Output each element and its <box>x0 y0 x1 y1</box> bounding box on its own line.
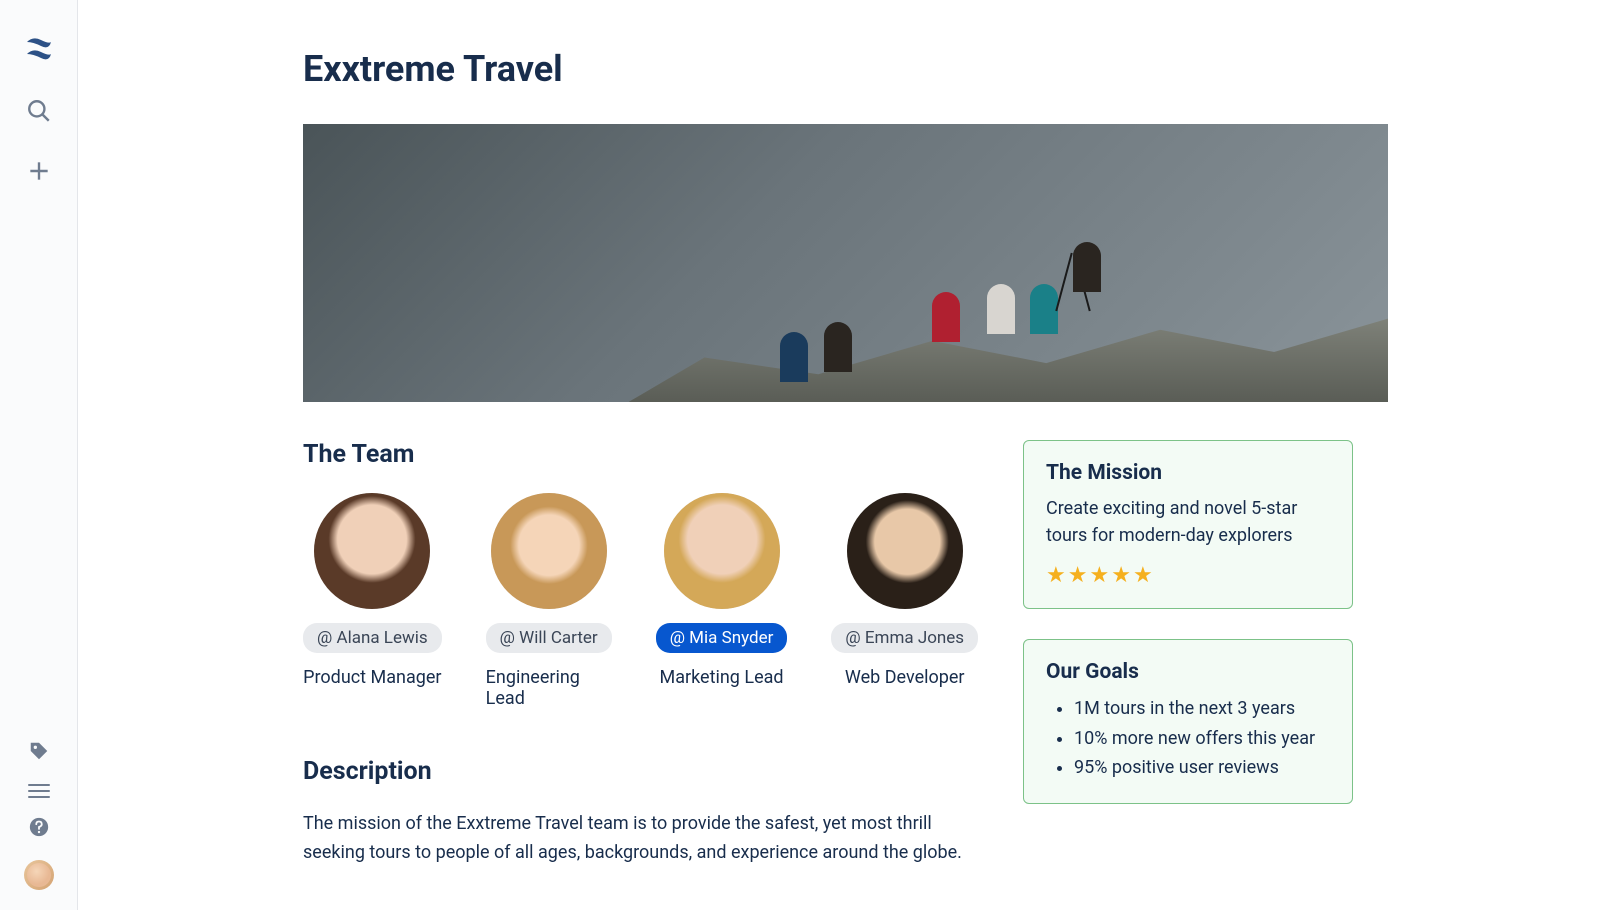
sidebar-top-group <box>23 32 55 188</box>
search-icon[interactable] <box>26 98 52 128</box>
rating-stars: ★ ★ ★ ★ ★ <box>1046 563 1330 588</box>
user-mention[interactable]: @ Will Carter <box>486 623 612 653</box>
goal-item: 95% positive user reviews <box>1074 753 1330 783</box>
avatar[interactable] <box>847 493 963 609</box>
user-mention[interactable]: @ Alana Lewis <box>303 623 442 653</box>
sidebar-bottom-group <box>24 740 54 890</box>
mission-heading: The Mission <box>1046 461 1330 485</box>
hero-image <box>303 124 1388 402</box>
mission-panel: The Mission Create exciting and novel 5-… <box>1023 440 1353 609</box>
team-member: @ Emma Jones Web Developer <box>831 493 978 709</box>
user-mention[interactable]: @ Emma Jones <box>831 623 978 653</box>
star-icon: ★ <box>1089 563 1109 588</box>
goals-list: 1M tours in the next 3 years 10% more ne… <box>1046 694 1330 783</box>
star-icon: ★ <box>1133 563 1153 588</box>
profile-avatar[interactable] <box>24 860 54 890</box>
team-heading: The Team <box>303 440 973 469</box>
team-grid: @ Alana Lewis Product Manager @ Will Car… <box>303 493 973 709</box>
goal-item: 10% more new offers this year <box>1074 724 1330 754</box>
member-role: Engineering Lead <box>486 667 612 709</box>
description-body: The mission of the Exxtreme Travel team … <box>303 810 973 868</box>
app-logo-icon[interactable] <box>23 32 55 68</box>
goals-heading: Our Goals <box>1046 660 1330 684</box>
avatar[interactable] <box>664 493 780 609</box>
goals-panel: Our Goals 1M tours in the next 3 years 1… <box>1023 639 1353 804</box>
team-member: @ Will Carter Engineering Lead <box>486 493 612 709</box>
avatar[interactable] <box>491 493 607 609</box>
page-title: Exxtreme Travel <box>303 48 1430 90</box>
goal-item: 1M tours in the next 3 years <box>1074 694 1330 724</box>
star-icon: ★ <box>1068 563 1088 588</box>
mission-text: Create exciting and novel 5-star tours f… <box>1046 495 1330 549</box>
avatar[interactable] <box>314 493 430 609</box>
global-sidebar <box>0 0 78 910</box>
star-icon: ★ <box>1111 563 1131 588</box>
team-member: @ Mia Snyder Marketing Lead <box>656 493 788 709</box>
team-member: @ Alana Lewis Product Manager <box>303 493 442 709</box>
right-column: The Mission Create exciting and novel 5-… <box>1023 440 1353 868</box>
user-mention[interactable]: @ Mia Snyder <box>656 623 788 653</box>
content-columns: The Team @ Alana Lewis Product Manager @… <box>303 440 1430 868</box>
tag-icon[interactable] <box>28 740 50 766</box>
page-content: Exxtreme Travel The Team @ Alana Lewis P… <box>78 0 1600 910</box>
member-role: Marketing Lead <box>660 667 784 688</box>
member-role: Product Manager <box>303 667 441 688</box>
help-icon[interactable] <box>28 816 50 842</box>
star-icon: ★ <box>1046 563 1066 588</box>
member-role: Web Developer <box>845 667 965 688</box>
create-icon[interactable] <box>26 158 52 188</box>
description-heading: Description <box>303 757 973 786</box>
menu-icon[interactable] <box>28 784 50 798</box>
left-column: The Team @ Alana Lewis Product Manager @… <box>303 440 973 868</box>
